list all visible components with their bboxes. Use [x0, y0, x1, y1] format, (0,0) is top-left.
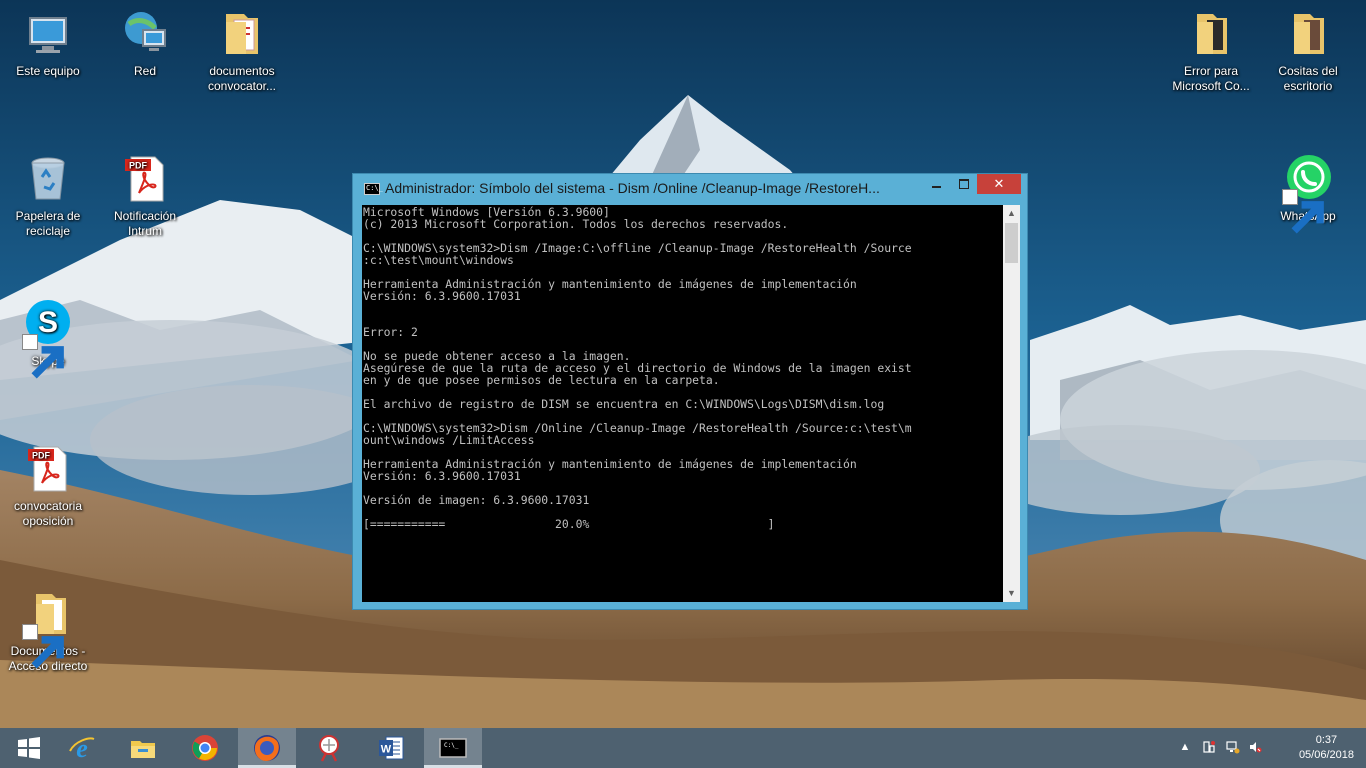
desktop-icon-papelera[interactable]: Papelera de reciclaje	[0, 153, 96, 239]
chrome-icon	[192, 735, 218, 761]
desktop-icon-whatsapp[interactable]: WhatsApp	[1260, 153, 1356, 234]
taskbar-word[interactable]: W	[362, 728, 420, 768]
command-prompt-window[interactable]: C:\_ Administrador: Símbolo del sistema …	[352, 173, 1028, 610]
desktop-icon-red[interactable]: Red	[97, 8, 193, 79]
taskbar-clock[interactable]: 0:37 05/06/2018	[1299, 733, 1354, 763]
desktop-icon-label: Red	[133, 64, 156, 78]
desktop-icon-este-equipo[interactable]: Este equipo	[0, 8, 96, 79]
tray-device-icon[interactable]	[1202, 740, 1216, 754]
maximize-icon	[959, 179, 969, 189]
pdf-icon: PDF	[22, 443, 74, 495]
file-explorer-icon	[131, 741, 155, 758]
tray-overflow-button[interactable]: ▲	[1178, 740, 1192, 754]
taskbar-file-explorer[interactable]	[114, 728, 172, 768]
taskbar-chrome[interactable]	[176, 728, 234, 768]
folder-shortcut-icon	[22, 588, 74, 669]
scroll-thumb[interactable]	[1005, 223, 1018, 263]
console-line: :c:\test\mount\windows	[363, 253, 514, 267]
desktop-icon-label: Error para Microsoft Co...	[1172, 64, 1250, 93]
console-line: ount\windows /LimitAccess	[363, 433, 535, 447]
window-title: Administrador: Símbolo del sistema - Dis…	[385, 180, 880, 196]
desktop: Este equipo Red documentos convocator...…	[0, 0, 1366, 728]
clock-time: 0:37	[1315, 734, 1338, 746]
network-icon	[119, 8, 171, 60]
chevron-up-icon: ▲	[1007, 208, 1016, 218]
command-prompt-icon[interactable]: C:\_	[364, 183, 383, 195]
minimize-button[interactable]	[923, 174, 951, 194]
desktop-icon-label: Papelera de reciclaje	[15, 209, 81, 238]
scroll-up-button[interactable]: ▲	[1003, 205, 1020, 222]
taskbar-command-prompt[interactable]: C:\_	[424, 728, 482, 768]
skype-icon: S	[22, 298, 74, 379]
clock-date: 05/06/2018	[1298, 749, 1354, 761]
console-line: Versión: 6.3.9600.17031	[363, 289, 521, 303]
window-titlebar[interactable]: C:\_ Administrador: Símbolo del sistema …	[353, 174, 1027, 203]
svg-text:PDF: PDF	[32, 451, 51, 461]
network-status-icon[interactable]	[1226, 740, 1240, 754]
folder-icon	[1282, 8, 1334, 60]
console-output[interactable]: Microsoft Windows [Versión 6.3.9600] (c) …	[362, 205, 1003, 602]
folder-icon	[216, 8, 268, 60]
chevron-up-icon: ▲	[1179, 741, 1191, 753]
vertical-scrollbar[interactable]: ▲ ▼	[1003, 205, 1020, 602]
svg-text:PDF: PDF	[129, 161, 148, 171]
shortcut-arrow-icon	[1282, 189, 1324, 234]
console-line: Error: 2	[363, 325, 418, 339]
folder-icon	[1185, 8, 1237, 60]
desktop-icon-label: Cositas del escritorio	[1278, 64, 1338, 93]
svg-text:W: W	[381, 744, 392, 756]
maximize-button[interactable]	[951, 174, 977, 194]
desktop-icon-label: Este equipo	[16, 64, 80, 78]
console-line: (c) 2013 Microsoft Corporation. Todos lo…	[363, 217, 789, 231]
system-tray: ▲ 0:37 05/06/2018	[1176, 728, 1366, 768]
shortcut-arrow-icon	[22, 334, 64, 379]
console-line: Versión de imagen: 6.3.9600.17031	[363, 493, 590, 507]
internet-explorer-icon: e	[69, 734, 95, 763]
taskbar-internet-explorer[interactable]: e	[53, 728, 111, 768]
desktop-icon-label: documentos convocator...	[207, 64, 277, 93]
scroll-down-button[interactable]: ▼	[1003, 585, 1020, 602]
command-prompt-icon: C:\_	[439, 738, 467, 758]
desktop-icon-cositas-del-escritorio[interactable]: Cositas del escritorio	[1260, 8, 1356, 94]
taskbar-firefox[interactable]	[238, 728, 296, 768]
firefox-icon	[254, 735, 280, 761]
desktop-icon-label: Notificación Intrum	[113, 209, 177, 238]
start-button[interactable]	[0, 728, 58, 768]
svg-text:C:\_: C:\_	[444, 742, 459, 749]
title-icon-text: C:\_	[366, 184, 383, 192]
word-icon: W	[379, 736, 404, 760]
console-line: en y de que posee permisos de lectura en…	[363, 373, 720, 387]
taskbar-snipping-tool[interactable]	[300, 728, 358, 768]
close-button[interactable]: ✕	[977, 174, 1021, 194]
recycle-bin-icon	[22, 153, 74, 205]
close-icon: ✕	[993, 176, 1005, 191]
snipping-tool-icon	[319, 735, 339, 762]
whatsapp-icon	[1282, 153, 1334, 234]
this-pc-icon	[22, 8, 74, 60]
console-line: Versión: 6.3.9600.17031	[363, 469, 521, 483]
taskbar: e W C:\_ ▲ 0:37 05/06/2018	[0, 728, 1366, 768]
volume-muted-icon[interactable]	[1248, 740, 1262, 754]
console-line: [=========== 20.0% ]	[363, 517, 775, 531]
desktop-icon-documentos-acceso-directo[interactable]: Documentos - Acceso directo	[0, 588, 96, 674]
shortcut-arrow-icon	[22, 624, 64, 669]
desktop-icon-documentos-convocator[interactable]: documentos convocator...	[194, 8, 290, 94]
desktop-icon-convocatoria-oposicion[interactable]: PDF convocatoria oposición	[0, 443, 96, 529]
chevron-down-icon: ▼	[1007, 588, 1016, 598]
desktop-icon-notificacion-intrum[interactable]: PDF Notificación Intrum	[97, 153, 193, 239]
desktop-icon-skype[interactable]: S Skype	[0, 298, 96, 379]
pdf-icon: PDF	[119, 153, 171, 205]
minimize-icon	[932, 186, 941, 188]
desktop-icon-label: convocatoria oposición	[13, 499, 83, 528]
desktop-icon-error-para-microsoft[interactable]: Error para Microsoft Co...	[1163, 8, 1259, 94]
start-icon	[18, 737, 40, 759]
console-line: El archivo de registro de DISM se encuen…	[363, 397, 885, 411]
